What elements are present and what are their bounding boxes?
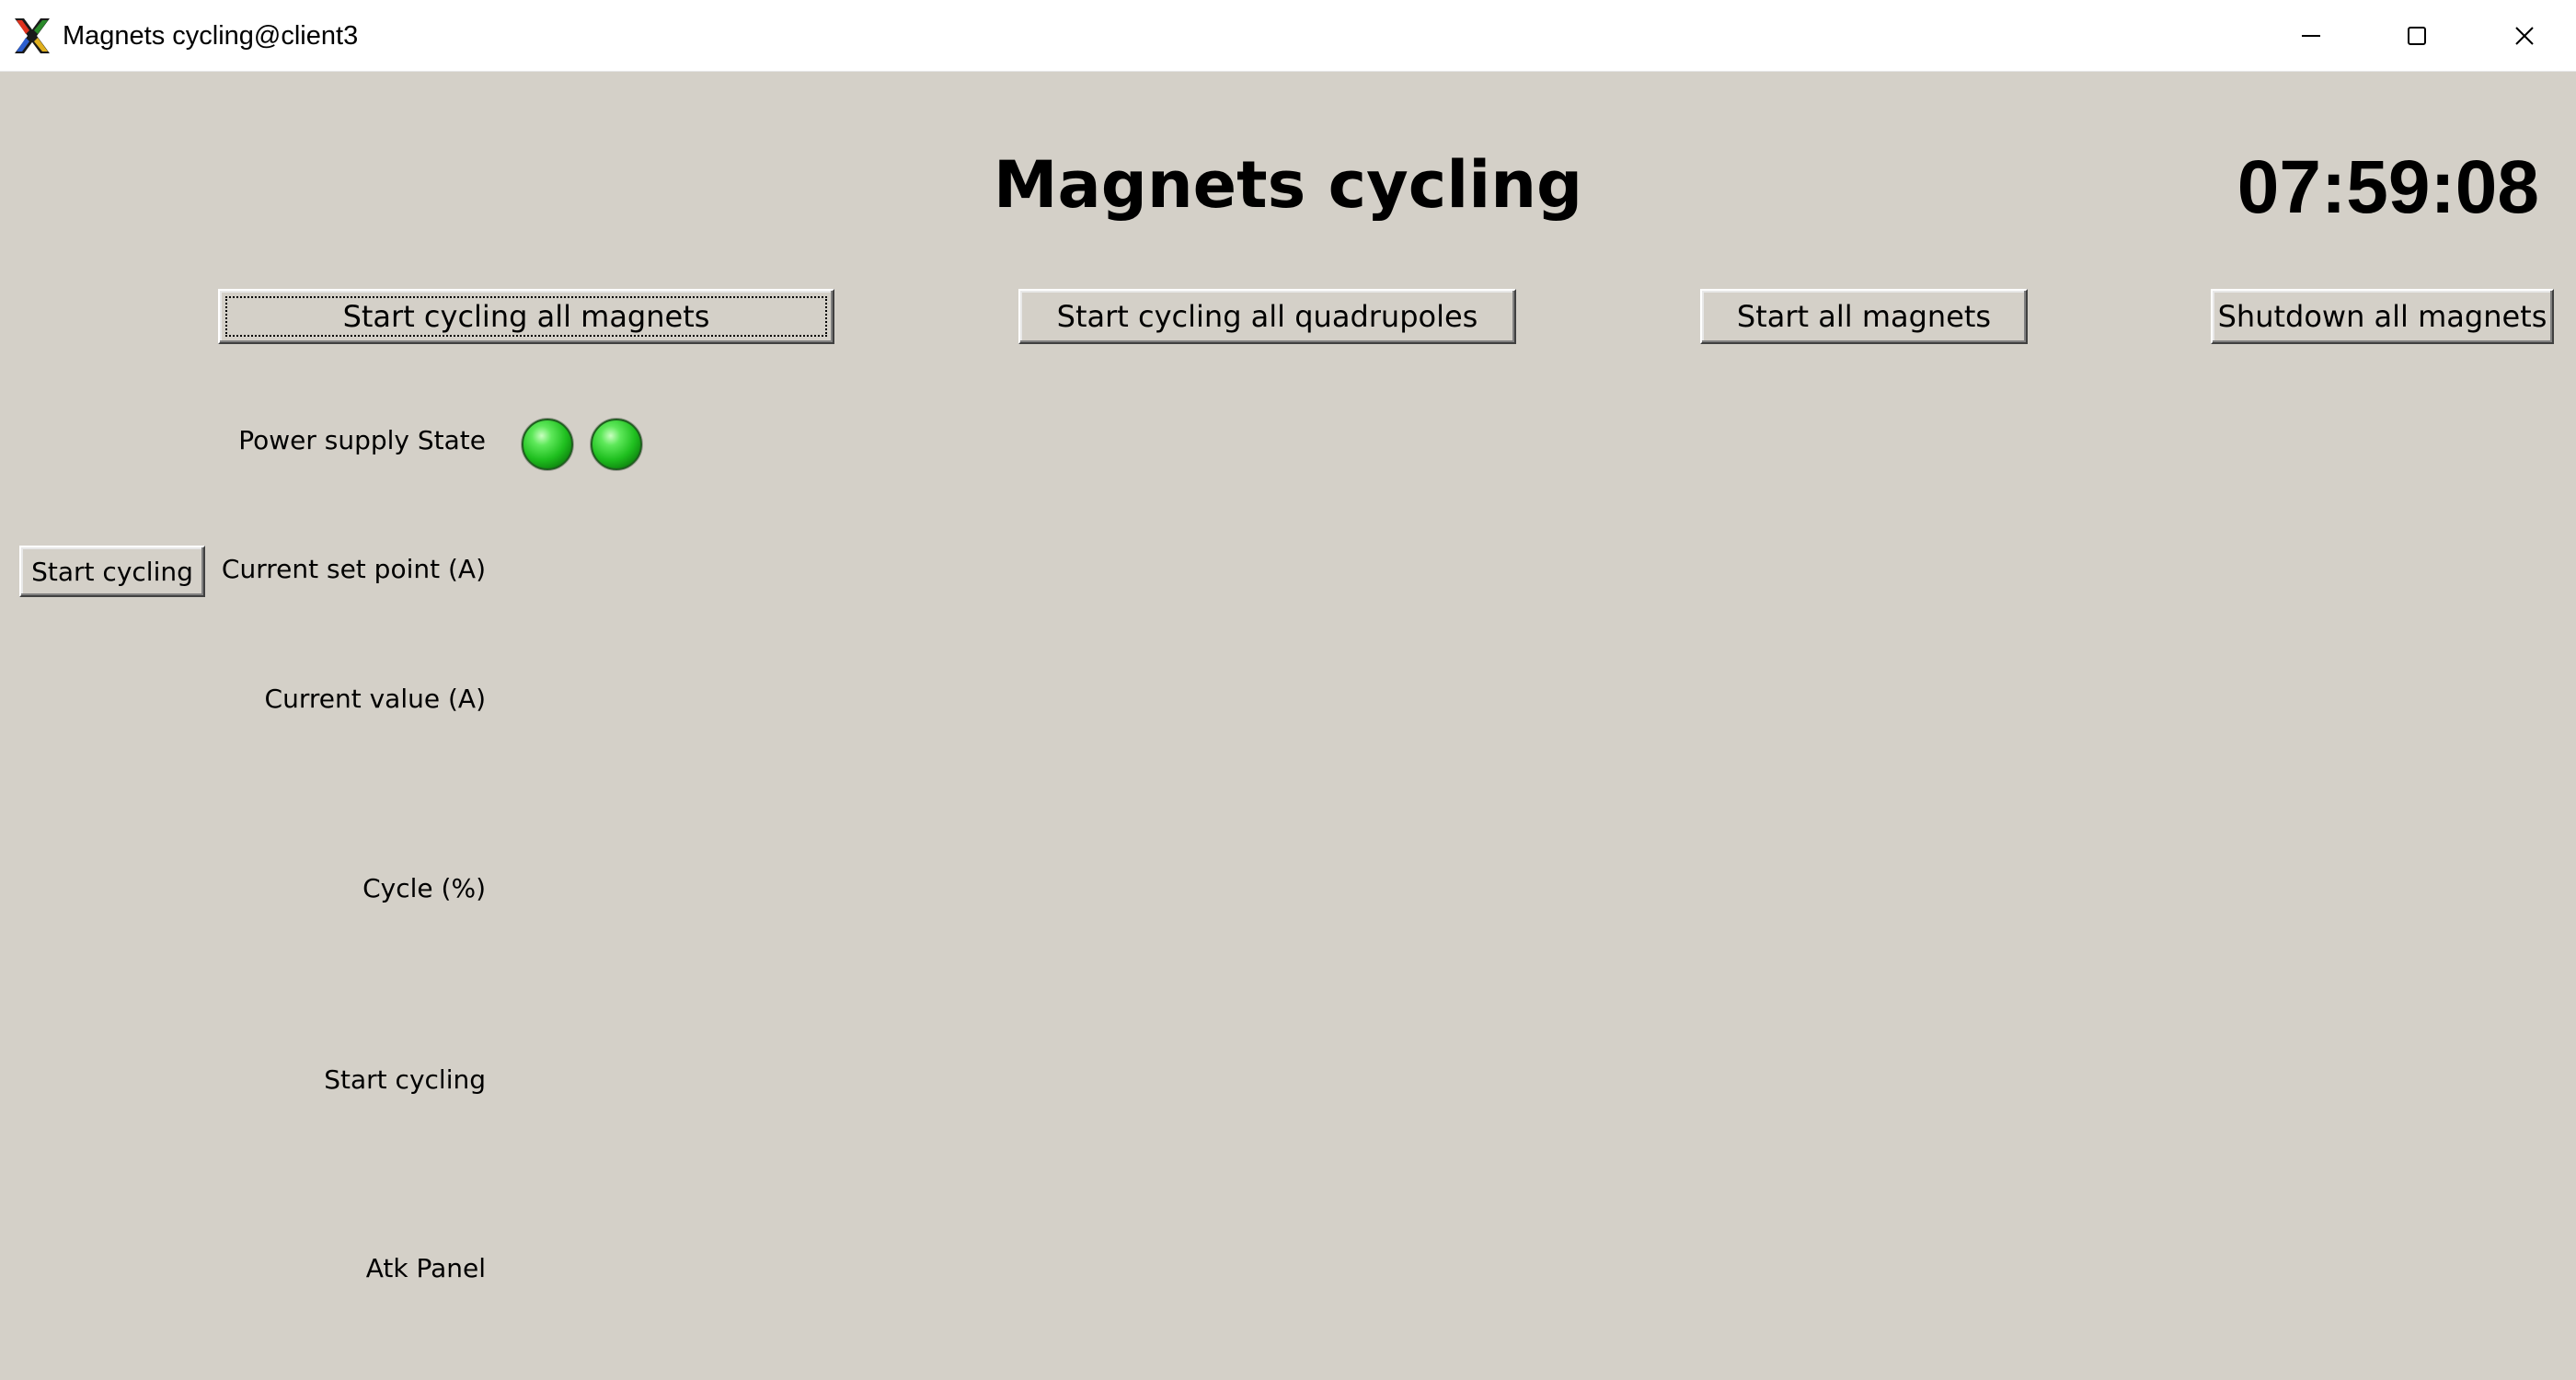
start-cycling-button-label: Start cycling <box>31 556 193 587</box>
clock-display: 07:59:08 <box>2237 145 2539 229</box>
maximize-button[interactable] <box>2365 0 2468 72</box>
maximize-icon <box>2408 27 2426 45</box>
close-button[interactable] <box>2473 0 2576 72</box>
start-cycling-button[interactable]: Start cycling <box>19 546 205 597</box>
minimize-button[interactable] <box>2260 0 2363 72</box>
power-supply-state-led-2 <box>591 419 642 470</box>
power-supply-state-led-1 <box>522 419 573 470</box>
current-set-point-label: Current set point (A) <box>221 554 486 584</box>
shutdown-all-magnets-label: Shutdown all magnets <box>2217 299 2547 334</box>
shutdown-all-magnets-button[interactable]: Shutdown all magnets <box>2211 289 2554 344</box>
x-app-icon <box>15 18 50 53</box>
page-title: Magnets cycling <box>993 147 1583 223</box>
start-cycling-all-quadrupoles-label: Start cycling all quadrupoles <box>1056 299 1478 334</box>
start-cycling-label: Start cycling <box>324 1064 486 1095</box>
atk-panel-label: Atk Panel <box>365 1253 486 1283</box>
close-icon <box>2515 27 2534 45</box>
start-cycling-all-quadrupoles-button[interactable]: Start cycling all quadrupoles <box>1018 289 1516 344</box>
start-cycling-all-magnets-label: Start cycling all magnets <box>342 299 710 334</box>
cycle-percent-label: Cycle (%) <box>362 873 486 903</box>
window-title: Magnets cycling@client3 <box>63 21 359 51</box>
start-cycling-all-magnets-button[interactable]: Start cycling all magnets <box>218 289 834 344</box>
current-value-label: Current value (A) <box>264 684 486 714</box>
start-all-magnets-button[interactable]: Start all magnets <box>1700 289 2028 344</box>
minimize-icon <box>2302 35 2320 37</box>
main-panel: Magnets cycling 07:59:08 Start cycling a… <box>0 72 2576 1380</box>
power-supply-state-label: Power supply State <box>238 425 486 455</box>
start-all-magnets-label: Start all magnets <box>1736 299 1992 334</box>
window-titlebar[interactable]: Magnets cycling@client3 <box>0 0 2576 72</box>
